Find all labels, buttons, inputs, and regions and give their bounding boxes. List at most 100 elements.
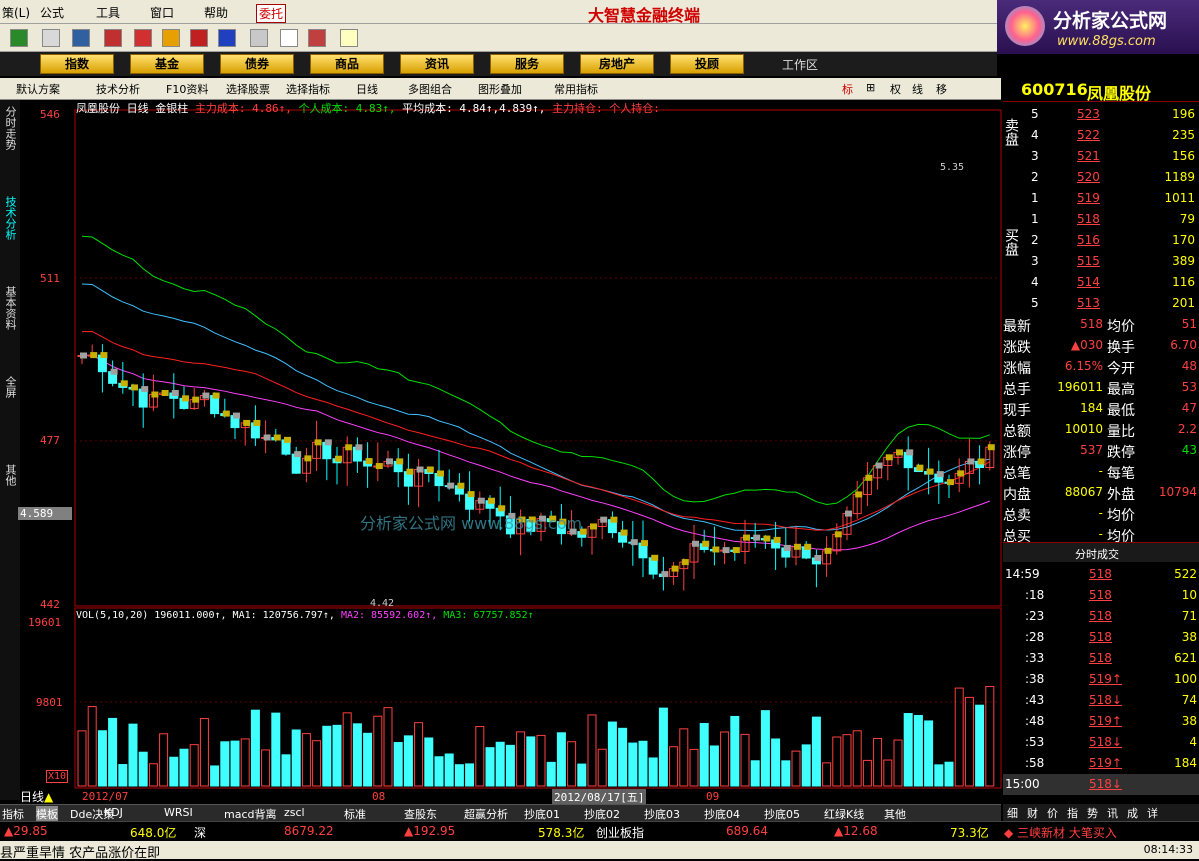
indicator-tab[interactable]: 抄底03 (644, 806, 680, 822)
overlay-button[interactable]: 图形叠加 (478, 81, 522, 97)
indicator-tab[interactable]: 模板 (36, 806, 58, 822)
rail-fullscreen[interactable]: 全屏 (2, 376, 18, 398)
indicator-tab[interactable]: 抄底02 (584, 806, 620, 822)
menu-window[interactable]: 窗口 (150, 4, 174, 21)
buy-label: 买盘 (1003, 228, 1019, 256)
nav-bond[interactable]: 债券 (220, 54, 294, 74)
toolbar-icon[interactable] (104, 29, 122, 47)
watermark: 分析家公式网 www.88gs.com (360, 514, 583, 533)
buy-price[interactable]: 518 (1077, 212, 1100, 226)
volume-bar (934, 764, 944, 787)
indicator-tab[interactable]: zscl (284, 806, 305, 819)
quote-label: 最新 (1003, 319, 1031, 335)
volume-bar (414, 722, 424, 787)
f10-button[interactable]: F10资料 (166, 81, 208, 97)
toolbar-icon[interactable] (190, 29, 208, 47)
buy-price[interactable]: 514 (1077, 275, 1100, 289)
gold-silver-bar (977, 458, 985, 465)
nav-commodity[interactable]: 商品 (310, 54, 384, 74)
sell-price[interactable]: 520 (1077, 170, 1100, 184)
select-stock-button[interactable]: 选择股票 (226, 81, 270, 97)
indicator-tab[interactable]: macd背离 (224, 806, 277, 822)
help-cursor-icon[interactable] (340, 29, 358, 47)
kline-chart[interactable]: 凤凰股份 日线 金银柱 主力成本: 4.86↑, 个人成本: 4.83↑, 平均… (18, 100, 1002, 805)
gold-silver-bar (80, 352, 87, 359)
volume-bar (210, 765, 220, 787)
indicator-tab[interactable]: 抄底05 (764, 806, 800, 822)
volume-bar (883, 759, 893, 787)
select-indicator-button[interactable]: 选择指标 (286, 81, 330, 97)
quote-row: 总手 196011 最高 53 (1003, 377, 1199, 398)
sell-price[interactable]: 522 (1077, 128, 1100, 142)
toolbar-icon[interactable] (162, 29, 180, 47)
indicator-tab[interactable]: 标准 (344, 806, 366, 822)
line-button[interactable]: 线 (912, 81, 923, 97)
menu-strategy[interactable]: 策(L) (2, 4, 30, 21)
toolbar-icon[interactable] (10, 29, 28, 47)
buy-row: 5 513 201 (1031, 293, 1199, 314)
logo-title: 分析家公式网 (1053, 10, 1168, 32)
mark-button[interactable]: 标 (842, 81, 853, 97)
rail-fundamentals[interactable]: 基本资料 (2, 286, 18, 330)
scheme-default[interactable]: 默认方案 (16, 81, 60, 97)
toolbar-icon[interactable] (250, 29, 268, 47)
menu-formula[interactable]: 公式 (40, 4, 64, 21)
indicator-tab[interactable]: WRSI (164, 806, 193, 819)
indicator-tab[interactable]: 查股东 (404, 806, 437, 822)
menu-tools[interactable]: 工具 (96, 4, 120, 21)
volume-bar (944, 761, 954, 787)
quote-value: - (1098, 527, 1103, 541)
indicator-tab[interactable]: 超赢分析 (464, 806, 508, 822)
sell-price[interactable]: 519 (1077, 191, 1100, 205)
nav-index[interactable]: 指数 (40, 54, 114, 74)
indicator-tab[interactable]: 指标 (2, 806, 24, 822)
gem-label: 创业板指 (596, 826, 645, 840)
volume-bar (577, 763, 587, 787)
nav-advisor[interactable]: 投顾 (670, 54, 744, 74)
multi-chart-dropdown[interactable]: 多图组合 (408, 81, 452, 97)
nav-news[interactable]: 资讯 (400, 54, 474, 74)
quote-value: 6.15% (1064, 359, 1103, 373)
binoculars-icon[interactable] (72, 29, 90, 47)
gold-silver-bar (834, 531, 842, 538)
buy-level: 4 (1031, 275, 1039, 289)
buy-price[interactable]: 516 (1077, 233, 1100, 247)
menu-entrust[interactable]: 委托 (256, 4, 287, 23)
toolbar-icon[interactable] (280, 29, 298, 47)
grid-button[interactable]: ⊞ (866, 81, 875, 94)
rail-other[interactable]: 其他 (2, 464, 18, 486)
indicator-tab[interactable]: KDJ (104, 806, 123, 819)
nav-service[interactable]: 服务 (490, 54, 564, 74)
toolbar-icon[interactable] (308, 29, 326, 47)
volume-bar (108, 717, 118, 787)
indicator-tab[interactable]: 其他 (884, 806, 906, 822)
rights-button[interactable]: 权 (890, 81, 901, 97)
right-tab-list[interactable]: 细财价指势讯成详 (1007, 805, 1167, 821)
workspace-label[interactable]: 工作区 (782, 56, 818, 73)
tech-analysis-dropdown[interactable]: 技术分析 (96, 81, 140, 97)
alert-message[interactable]: ◆ 三峡新材 大笔买入 (1004, 824, 1117, 841)
sell-price[interactable]: 523 (1077, 107, 1100, 121)
toolbar-icon[interactable] (218, 29, 236, 47)
chart-title: 凤凰股份 日线 金银柱 (76, 102, 189, 115)
common-indicator-dropdown[interactable]: 常用指标 (554, 81, 598, 97)
buy-price[interactable]: 515 (1077, 254, 1100, 268)
rail-tick-chart[interactable]: 分时走势 (2, 106, 18, 150)
nav-realestate[interactable]: 房地产 (580, 54, 654, 74)
buy-price[interactable]: 513 (1077, 296, 1100, 310)
ticker-text[interactable]: 县严重旱情 农产品涨价在即 (0, 842, 160, 861)
toolbar-icon[interactable] (42, 29, 60, 47)
volume-bar (138, 751, 148, 787)
menu-help[interactable]: 帮助 (204, 4, 228, 21)
indicator-tab[interactable]: 抄底04 (704, 806, 740, 822)
period-dropdown[interactable]: 日线 (356, 81, 378, 97)
gold-silver-bar (437, 470, 444, 477)
indicator-tab[interactable]: 抄底01 (524, 806, 560, 822)
sell-price[interactable]: 521 (1077, 149, 1100, 163)
move-button[interactable]: 移 (936, 81, 947, 97)
toolbar-icon[interactable] (134, 29, 152, 47)
indicator-tab[interactable]: 红绿K线 (824, 806, 864, 822)
nav-fund[interactable]: 基金 (130, 54, 204, 74)
logo-url: www.88gs.com (1057, 34, 1156, 49)
rail-tech-analysis[interactable]: 技术分析 (2, 196, 18, 240)
